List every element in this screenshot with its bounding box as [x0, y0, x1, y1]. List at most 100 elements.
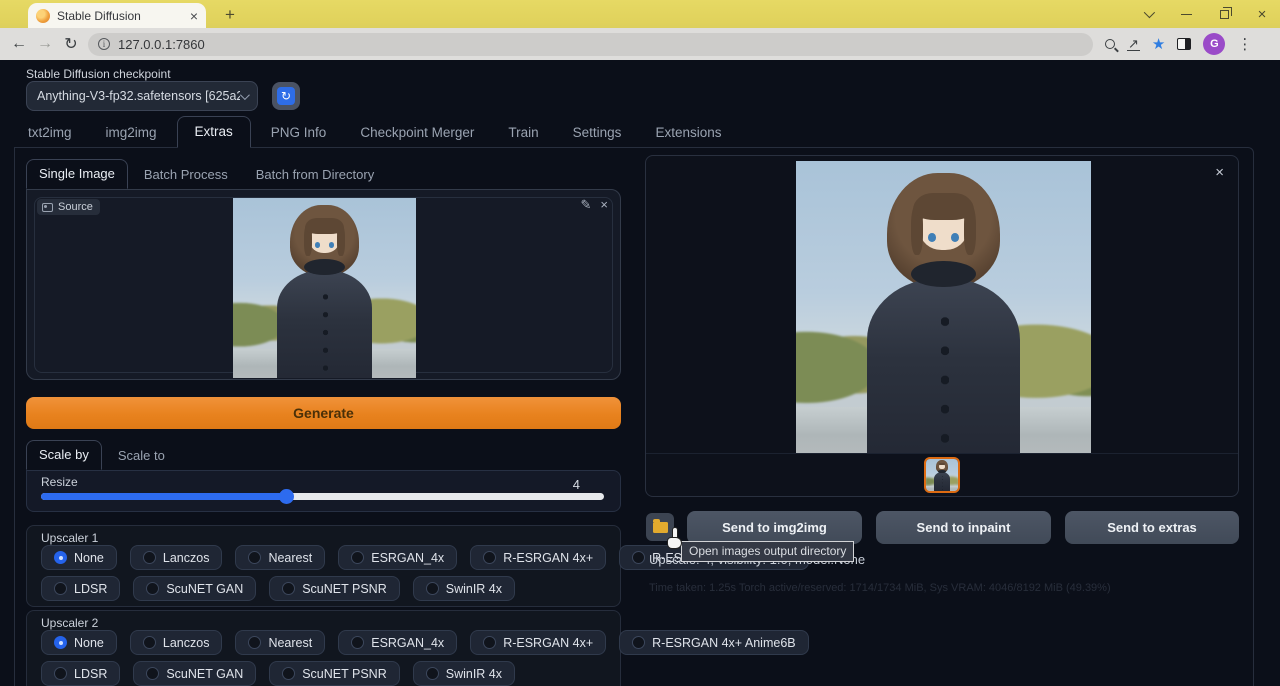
tab-train[interactable]: Train	[494, 118, 552, 148]
resize-slider[interactable]	[41, 493, 604, 500]
footer-stats-text: Time taken: 1.25s Torch active/reserved:…	[649, 582, 1111, 594]
back-button[interactable]: ←	[6, 35, 32, 53]
tab-close-icon[interactable]: ×	[190, 9, 198, 23]
slider-fill	[41, 493, 286, 500]
resize-label: Resize	[41, 475, 78, 489]
upscaler1-option-none[interactable]: None	[41, 545, 117, 570]
resize-value-input[interactable]: 4	[573, 477, 580, 492]
scale-tab-bar: Scale by Scale to	[26, 443, 177, 470]
subtab-single-image[interactable]: Single Image	[26, 159, 128, 189]
upscaler1-option-resrgan4x[interactable]: R-ESRGAN 4x+	[470, 545, 606, 570]
radio-icon	[146, 582, 159, 595]
upscaler2-label: Upscaler 2	[41, 616, 98, 630]
source-image-dropzone[interactable]: Source ✎ ×	[26, 189, 621, 380]
upscaler2-option-resrgan4x[interactable]: R-ESRGAN 4x+	[470, 630, 606, 655]
browser-toolbar: ← → ↻ i 127.0.0.1:7860 ↗ ★ G ⋮	[0, 28, 1280, 60]
forward-button[interactable]: →	[32, 35, 58, 53]
checkpoint-dropdown[interactable]: Anything-V3-fp32.safetensors [625a2ba2]	[26, 81, 258, 111]
clear-image-icon[interactable]: ×	[600, 197, 608, 213]
window-minimize-button[interactable]	[1169, 0, 1203, 28]
send-to-img2img-button[interactable]: Send to img2img	[687, 511, 862, 544]
result-gallery: ×	[645, 155, 1239, 497]
bookmark-star-icon[interactable]: ★	[1152, 37, 1165, 52]
upscaler2-group: Upscaler 2 None Lanczos Nearest ESRGAN_4…	[26, 610, 621, 686]
refresh-icon: ↻	[277, 87, 295, 105]
webui-page: Stable Diffusion checkpoint Anything-V3-…	[0, 60, 1280, 686]
radio-icon	[54, 667, 67, 680]
radio-icon	[632, 551, 645, 564]
upscaler1-option-nearest[interactable]: Nearest	[235, 545, 325, 570]
gallery-close-icon[interactable]: ×	[1215, 164, 1224, 181]
source-label: Source	[58, 201, 93, 213]
radio-checked-icon	[54, 551, 67, 564]
upscaler1-option-ldsr[interactable]: LDSR	[41, 576, 120, 601]
generate-button[interactable]: Generate	[26, 397, 621, 429]
result-image[interactable]	[796, 161, 1091, 454]
tab-png-info[interactable]: PNG Info	[257, 118, 341, 148]
main-tab-bar: txt2img img2img Extras PNG Info Checkpoi…	[14, 120, 735, 148]
upscaler1-option-esrgan4x[interactable]: ESRGAN_4x	[338, 545, 457, 570]
tab-extras[interactable]: Extras	[177, 116, 251, 148]
radio-icon	[143, 551, 156, 564]
tab-scale-by[interactable]: Scale by	[26, 440, 102, 470]
side-panel-icon[interactable]	[1177, 38, 1191, 50]
image-icon	[42, 203, 53, 212]
radio-icon	[483, 636, 496, 649]
radio-icon	[426, 667, 439, 680]
browser-menu-icon[interactable]: ⋮	[1237, 35, 1252, 53]
slider-handle[interactable]	[279, 489, 294, 504]
window-close-button[interactable]: ×	[1245, 0, 1279, 28]
tab-checkpoint-merger[interactable]: Checkpoint Merger	[346, 118, 488, 148]
upscaler2-option-resrgan-anime6b[interactable]: R-ESRGAN 4x+ Anime6B	[619, 630, 808, 655]
upscaler1-option-swinir4x[interactable]: SwinIR 4x	[413, 576, 515, 601]
radio-icon	[146, 667, 159, 680]
profile-avatar[interactable]: G	[1203, 33, 1225, 55]
upscaler1-option-scunet-psnr[interactable]: ScuNET PSNR	[269, 576, 400, 601]
refresh-checkpoints-button[interactable]: ↻	[272, 82, 300, 110]
upscaler2-option-ldsr[interactable]: LDSR	[41, 661, 120, 686]
site-info-icon[interactable]: i	[98, 38, 110, 50]
upscaler2-option-scunet-psnr[interactable]: ScuNET PSNR	[269, 661, 400, 686]
tab-txt2img[interactable]: txt2img	[14, 118, 86, 148]
tab-settings[interactable]: Settings	[559, 118, 636, 148]
upscaler2-option-swinir4x[interactable]: SwinIR 4x	[413, 661, 515, 686]
radio-icon	[143, 636, 156, 649]
edit-image-icon[interactable]: ✎	[581, 197, 592, 213]
radio-icon	[248, 636, 261, 649]
gallery-thumbnail-selected[interactable]	[924, 457, 960, 493]
hand-cursor-icon	[664, 527, 686, 551]
upscaler1-group: Upscaler 1 None Lanczos Nearest ESRGAN_4…	[26, 525, 621, 607]
upscaler2-option-scunet-gan[interactable]: ScuNET GAN	[133, 661, 256, 686]
subtab-batch-from-directory[interactable]: Batch from Directory	[244, 161, 386, 189]
radio-icon	[426, 582, 439, 595]
upscaler1-option-scunet-gan[interactable]: ScuNET GAN	[133, 576, 256, 601]
send-to-inpaint-button[interactable]: Send to inpaint	[876, 511, 1051, 544]
upscaler1-option-lanczos[interactable]: Lanczos	[130, 545, 223, 570]
upscaler2-option-lanczos[interactable]: Lanczos	[130, 630, 223, 655]
reload-button[interactable]: ↻	[58, 34, 84, 54]
tab-img2img[interactable]: img2img	[92, 118, 171, 148]
share-icon[interactable]: ↗	[1127, 38, 1140, 51]
screen: Stable Diffusion × + × ← → ↻ i 127.0.0.1…	[0, 0, 1280, 686]
url-text: 127.0.0.1:7860	[118, 37, 205, 52]
address-bar[interactable]: i 127.0.0.1:7860	[88, 33, 1093, 56]
browser-tab[interactable]: Stable Diffusion ×	[28, 3, 206, 28]
new-tab-button[interactable]: +	[218, 4, 242, 26]
tab-extensions[interactable]: Extensions	[641, 118, 735, 148]
tab-scale-to[interactable]: Scale to	[106, 442, 177, 470]
resize-slider-group: Resize 4	[26, 470, 621, 512]
window-restore-button[interactable]	[1207, 0, 1241, 28]
tooltip: Open images output directory	[681, 541, 854, 562]
source-badge: Source	[37, 199, 100, 215]
upscaler2-option-none[interactable]: None	[41, 630, 117, 655]
extras-sub-tab-bar: Single Image Batch Process Batch from Di…	[26, 161, 386, 189]
chevron-down-icon	[240, 90, 250, 100]
upscaler2-option-nearest[interactable]: Nearest	[235, 630, 325, 655]
radio-icon	[54, 582, 67, 595]
zoom-icon[interactable]	[1105, 39, 1115, 49]
send-to-extras-button[interactable]: Send to extras	[1065, 511, 1239, 544]
upscaler2-option-esrgan4x[interactable]: ESRGAN_4x	[338, 630, 457, 655]
subtab-batch-process[interactable]: Batch Process	[132, 161, 240, 189]
window-menu-chevron-icon[interactable]	[1131, 0, 1165, 28]
radio-icon	[351, 636, 364, 649]
